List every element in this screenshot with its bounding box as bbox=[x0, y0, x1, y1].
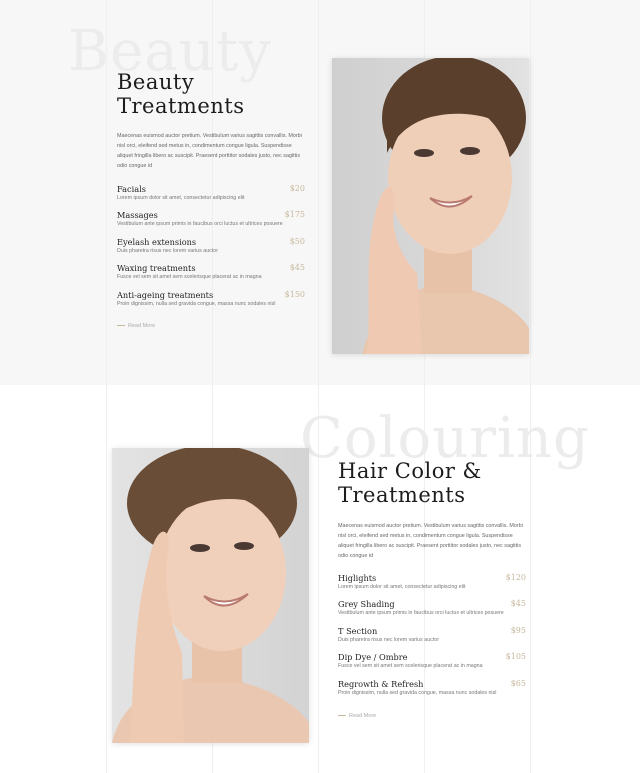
item-price: $175 bbox=[284, 210, 305, 220]
intro-text: Maecenas euismod auctor pretium. Vestibu… bbox=[117, 133, 302, 169]
item-description: Proin dignissim, nulla sed gravida congu… bbox=[117, 300, 276, 307]
price-item: Regrowth & Refresh $65 Proin dignissim, … bbox=[338, 679, 526, 705]
item-name: Higlights bbox=[338, 573, 377, 583]
price-item: Dip Dye / Ombre $105 Fusce vel sem sit a… bbox=[338, 652, 526, 678]
item-description: Proin dignissim, nulla sed gravida congu… bbox=[338, 689, 497, 696]
item-description: Duis pharetra risus nec lorem varius auc… bbox=[338, 636, 439, 643]
portrait-illustration bbox=[112, 448, 309, 743]
grid-line bbox=[318, 0, 319, 385]
title-line: Treatments bbox=[338, 483, 466, 507]
read-more-label: Read More bbox=[349, 713, 377, 719]
item-description: Fusce vel sem sit amet sem scelerisque p… bbox=[338, 663, 483, 670]
price-list: Facials $20 Lorem ipsum dolor sit amet, … bbox=[117, 184, 305, 316]
price-item: Higlights $120 Lorem ipsum dolor sit ame… bbox=[338, 573, 526, 599]
item-name: Massages bbox=[117, 210, 158, 221]
colouring-section: Colouring Hair Color & Treatments Maecen… bbox=[0, 385, 640, 773]
model-photo bbox=[112, 448, 309, 743]
section-title: Beauty Treatments bbox=[117, 70, 245, 118]
item-description: Lorem ipsum dolor sit amet, consectetur … bbox=[338, 584, 466, 590]
grid-line bbox=[106, 385, 107, 773]
item-description: Vestibulum ante ipsum primis in faucibus… bbox=[117, 221, 283, 228]
model-photo bbox=[332, 58, 529, 354]
item-name: Regrowth & Refresh bbox=[338, 678, 424, 689]
item-price: $45 bbox=[289, 263, 305, 273]
item-price: $105 bbox=[505, 652, 526, 662]
item-price: $50 bbox=[289, 236, 305, 246]
portrait-illustration bbox=[362, 58, 529, 354]
item-price: $95 bbox=[510, 625, 526, 635]
price-item: Facials $20 Lorem ipsum dolor sit amet, … bbox=[117, 184, 305, 210]
item-description: Vestibulum ante ipsum primis in faucibus… bbox=[338, 610, 504, 617]
title-line: Beauty bbox=[117, 70, 195, 94]
title-line: Treatments bbox=[117, 94, 245, 118]
price-item: Grey Shading $45 Vestibulum ante ipsum p… bbox=[338, 599, 526, 625]
item-name: Anti-ageing treatments bbox=[117, 289, 214, 300]
read-more-label: Read More bbox=[128, 323, 156, 329]
intro-text: Maecenas euismod auctor pretium. Vestibu… bbox=[338, 523, 523, 559]
item-description: Fusce vel sem sit amet sem scelerisque p… bbox=[117, 274, 262, 281]
dash-icon bbox=[117, 325, 125, 327]
section-title: Hair Color & Treatments bbox=[338, 459, 482, 507]
item-name: Waxing treatments bbox=[117, 263, 196, 274]
read-more-link[interactable]: Read More bbox=[117, 323, 155, 329]
item-name: Eyelash extensions bbox=[117, 236, 197, 247]
price-item: Massages $175 Vestibulum ante ipsum prim… bbox=[117, 210, 305, 236]
grid-line bbox=[530, 0, 531, 385]
item-description: Lorem ipsum dolor sit amet, consectetur … bbox=[117, 195, 245, 201]
price-item: Eyelash extensions $50 Duis pharetra ris… bbox=[117, 237, 305, 263]
item-name: Dip Dye / Ombre bbox=[338, 652, 408, 663]
item-description: Duis pharetra risus nec lorem varius auc… bbox=[117, 247, 218, 254]
read-more-link[interactable]: Read More bbox=[338, 713, 376, 719]
price-item: Waxing treatments $45 Fusce vel sem sit … bbox=[117, 263, 305, 289]
price-list: Higlights $120 Lorem ipsum dolor sit ame… bbox=[338, 573, 526, 705]
item-price: $45 bbox=[510, 599, 526, 609]
item-price: $120 bbox=[505, 573, 526, 582]
dash-icon bbox=[338, 715, 346, 717]
item-name: T Section bbox=[338, 625, 378, 636]
item-price: $20 bbox=[289, 184, 305, 193]
item-name: Grey Shading bbox=[338, 599, 395, 610]
item-price: $150 bbox=[284, 289, 305, 299]
price-item: Anti-ageing treatments $150 Proin dignis… bbox=[117, 290, 305, 316]
beauty-section: Beauty Beauty Treatments Maecenas euismo… bbox=[0, 0, 640, 385]
price-item: T Section $95 Duis pharetra risus nec lo… bbox=[338, 626, 526, 652]
title-line: Hair Color & bbox=[338, 459, 482, 483]
item-price: $65 bbox=[510, 678, 526, 688]
item-name: Facials bbox=[117, 184, 146, 194]
